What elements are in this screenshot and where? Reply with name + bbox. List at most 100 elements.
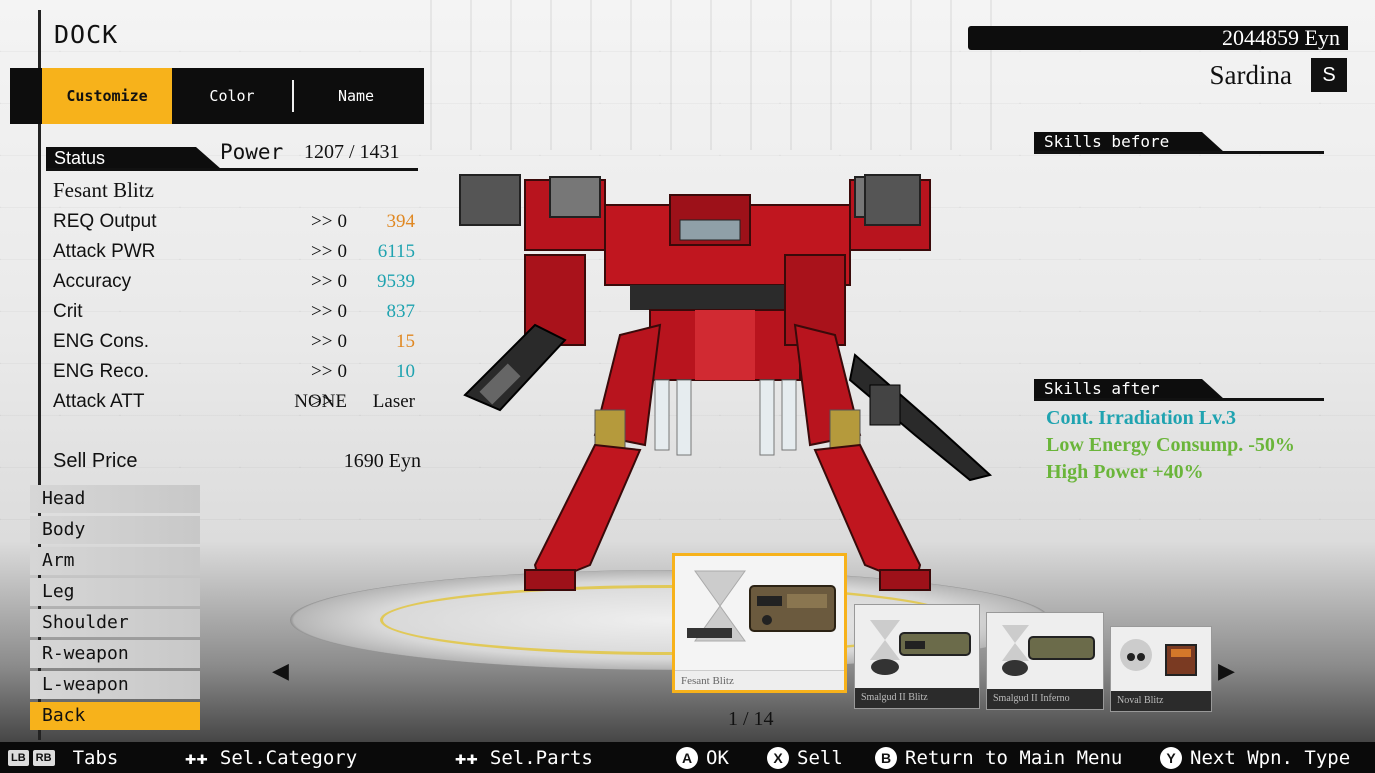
a-button-icon: A: [676, 747, 698, 769]
hangar-ceiling: [430, 0, 1030, 150]
stat-label: REQ Output: [53, 211, 157, 232]
weapon-thumbnail-icon: [1002, 625, 1095, 676]
stat-arrow: >>: [311, 271, 333, 292]
stat-row: Crit 0 >> 837: [53, 301, 418, 329]
stat-label: Attack PWR: [53, 241, 156, 262]
y-button-icon: Y: [1160, 747, 1182, 769]
stat-label: ENG Cons.: [53, 331, 150, 352]
stat-label: ENG Reco.: [53, 361, 150, 382]
hint-ok: A OK: [676, 746, 729, 770]
category-back[interactable]: Back: [30, 702, 200, 730]
page-indicator: 1 / 14: [728, 708, 774, 730]
tab-color[interactable]: Color: [172, 68, 292, 124]
hint-label: Sel.Category: [219, 747, 358, 769]
hint-label: Sel.Parts: [489, 747, 593, 769]
stat-label: Accuracy: [53, 271, 132, 292]
stat-arrow: >>: [311, 391, 333, 412]
part-card-caption: Fesant Blitz: [675, 670, 844, 690]
screen-title: DOCK: [54, 20, 119, 49]
power-label: Power: [220, 140, 284, 164]
category-arm[interactable]: Arm: [30, 547, 200, 575]
status-label: Status: [46, 147, 221, 169]
currency-display: 2044859 Eyn: [968, 26, 1348, 50]
tab-customize[interactable]: Customize: [42, 68, 172, 124]
tab-bar: Customize Color Name: [10, 68, 424, 124]
stat-row: Accuracy 0 >> 9539: [53, 271, 418, 299]
stat-row: Attack ATT NONE >> Laser: [53, 391, 418, 419]
skills-before-underline: [1034, 151, 1324, 154]
hint-label: Return to Main Menu: [905, 747, 1123, 769]
hint-sell: X Sell: [767, 746, 843, 770]
hint-label: Next Wpn. Type: [1190, 747, 1351, 769]
category-r-weapon[interactable]: R-weapon: [30, 640, 200, 668]
stat-arrow: >>: [311, 241, 333, 262]
skill-item: High Power +40%: [1046, 461, 1204, 483]
part-name: Fesant Blitz: [53, 178, 154, 202]
skills-after-underline: [1034, 398, 1324, 401]
stat-after: 10: [396, 361, 415, 382]
stat-row: ENG Cons. 0 >> 15: [53, 331, 418, 359]
dpad-up-down-icon: ✚✚: [185, 747, 208, 769]
stat-label: Crit: [53, 301, 83, 322]
part-card[interactable]: Smalgud II Inferno: [986, 612, 1104, 710]
rb-button-icon: RB: [32, 750, 55, 766]
stat-row: REQ Output 0 >> 394: [53, 211, 418, 239]
carousel-right-arrow[interactable]: ▶: [1218, 658, 1235, 684]
hint-sel-parts: ✚✚ Sel.Parts: [455, 746, 593, 770]
stat-after: Laser: [372, 391, 415, 412]
skill-item: Low Energy Consump. -50%: [1046, 434, 1295, 456]
skills-before-label: Skills before: [1034, 132, 1224, 152]
weapon-thumbnail-icon: [1120, 639, 1197, 676]
category-list: Head Body Arm Leg Shoulder R-weapon L-we…: [30, 485, 200, 733]
stat-after: 394: [386, 211, 416, 232]
dpad-left-right-icon: ✚✚: [455, 747, 478, 769]
stat-after: 837: [386, 301, 416, 322]
part-card-caption: Smalgud II Blitz: [855, 688, 979, 708]
sell-price-label: Sell Price: [53, 450, 138, 472]
stat-after: 9539: [377, 271, 415, 292]
skill-item: Cont. Irradiation Lv.3: [1046, 407, 1237, 429]
stat-arrow: >>: [311, 331, 333, 352]
part-card-selected[interactable]: Fesant Blitz: [672, 553, 847, 693]
tab-name[interactable]: Name: [294, 68, 418, 124]
hint-tabs: LB RB Tabs: [8, 746, 118, 770]
skills-after-header: Skills after: [1034, 379, 1324, 401]
mech-model: [459, 174, 993, 591]
part-card[interactable]: Smalgud II Blitz: [854, 604, 980, 709]
x-button-icon: X: [767, 747, 789, 769]
status-underline: [46, 168, 418, 171]
pilot-name: Sardina: [1209, 60, 1292, 90]
stat-arrow: >>: [311, 301, 333, 322]
category-body[interactable]: Body: [30, 516, 200, 544]
category-leg[interactable]: Leg: [30, 578, 200, 606]
hint-label: Sell: [797, 747, 843, 769]
carousel-left-arrow[interactable]: ◀: [272, 658, 289, 684]
category-head[interactable]: Head: [30, 485, 200, 513]
b-button-icon: B: [875, 747, 897, 769]
skills-after-label: Skills after: [1034, 379, 1224, 399]
hint-return: B Return to Main Menu: [875, 746, 1122, 770]
button-hint-bar: LB RB Tabs ✚✚ Sel.Category ✚✚ Sel.Parts …: [0, 742, 1375, 773]
category-l-weapon[interactable]: L-weapon: [30, 671, 200, 699]
hint-next-weapon-type: Y Next Wpn. Type: [1160, 746, 1350, 770]
lb-button-icon: LB: [8, 750, 29, 766]
stat-after: 6115: [377, 241, 415, 262]
weapon-thumbnail-icon: [687, 570, 836, 642]
part-card-caption: Noval Blitz: [1111, 691, 1211, 711]
stat-row: ENG Reco. 0 >> 10: [53, 361, 418, 389]
hint-sel-category: ✚✚ Sel.Category: [185, 746, 357, 770]
stat-arrow: >>: [311, 211, 333, 232]
hint-label: Tabs: [72, 747, 119, 769]
power-value: 1207 / 1431: [304, 141, 400, 163]
stat-arrow: >>: [311, 361, 333, 382]
part-card[interactable]: Noval Blitz: [1110, 626, 1212, 712]
stat-after: 15: [396, 331, 415, 352]
sell-price-value: 1690 Eyn: [343, 450, 421, 472]
status-header: Status Power 1207 / 1431: [46, 140, 418, 171]
stat-label: Attack ATT: [53, 391, 145, 412]
weapon-thumbnail-icon: [870, 620, 971, 675]
skills-before-header: Skills before: [1034, 132, 1324, 154]
rank-badge: S: [1311, 58, 1347, 92]
part-card-caption: Smalgud II Inferno: [987, 689, 1103, 709]
category-shoulder[interactable]: Shoulder: [30, 609, 200, 637]
